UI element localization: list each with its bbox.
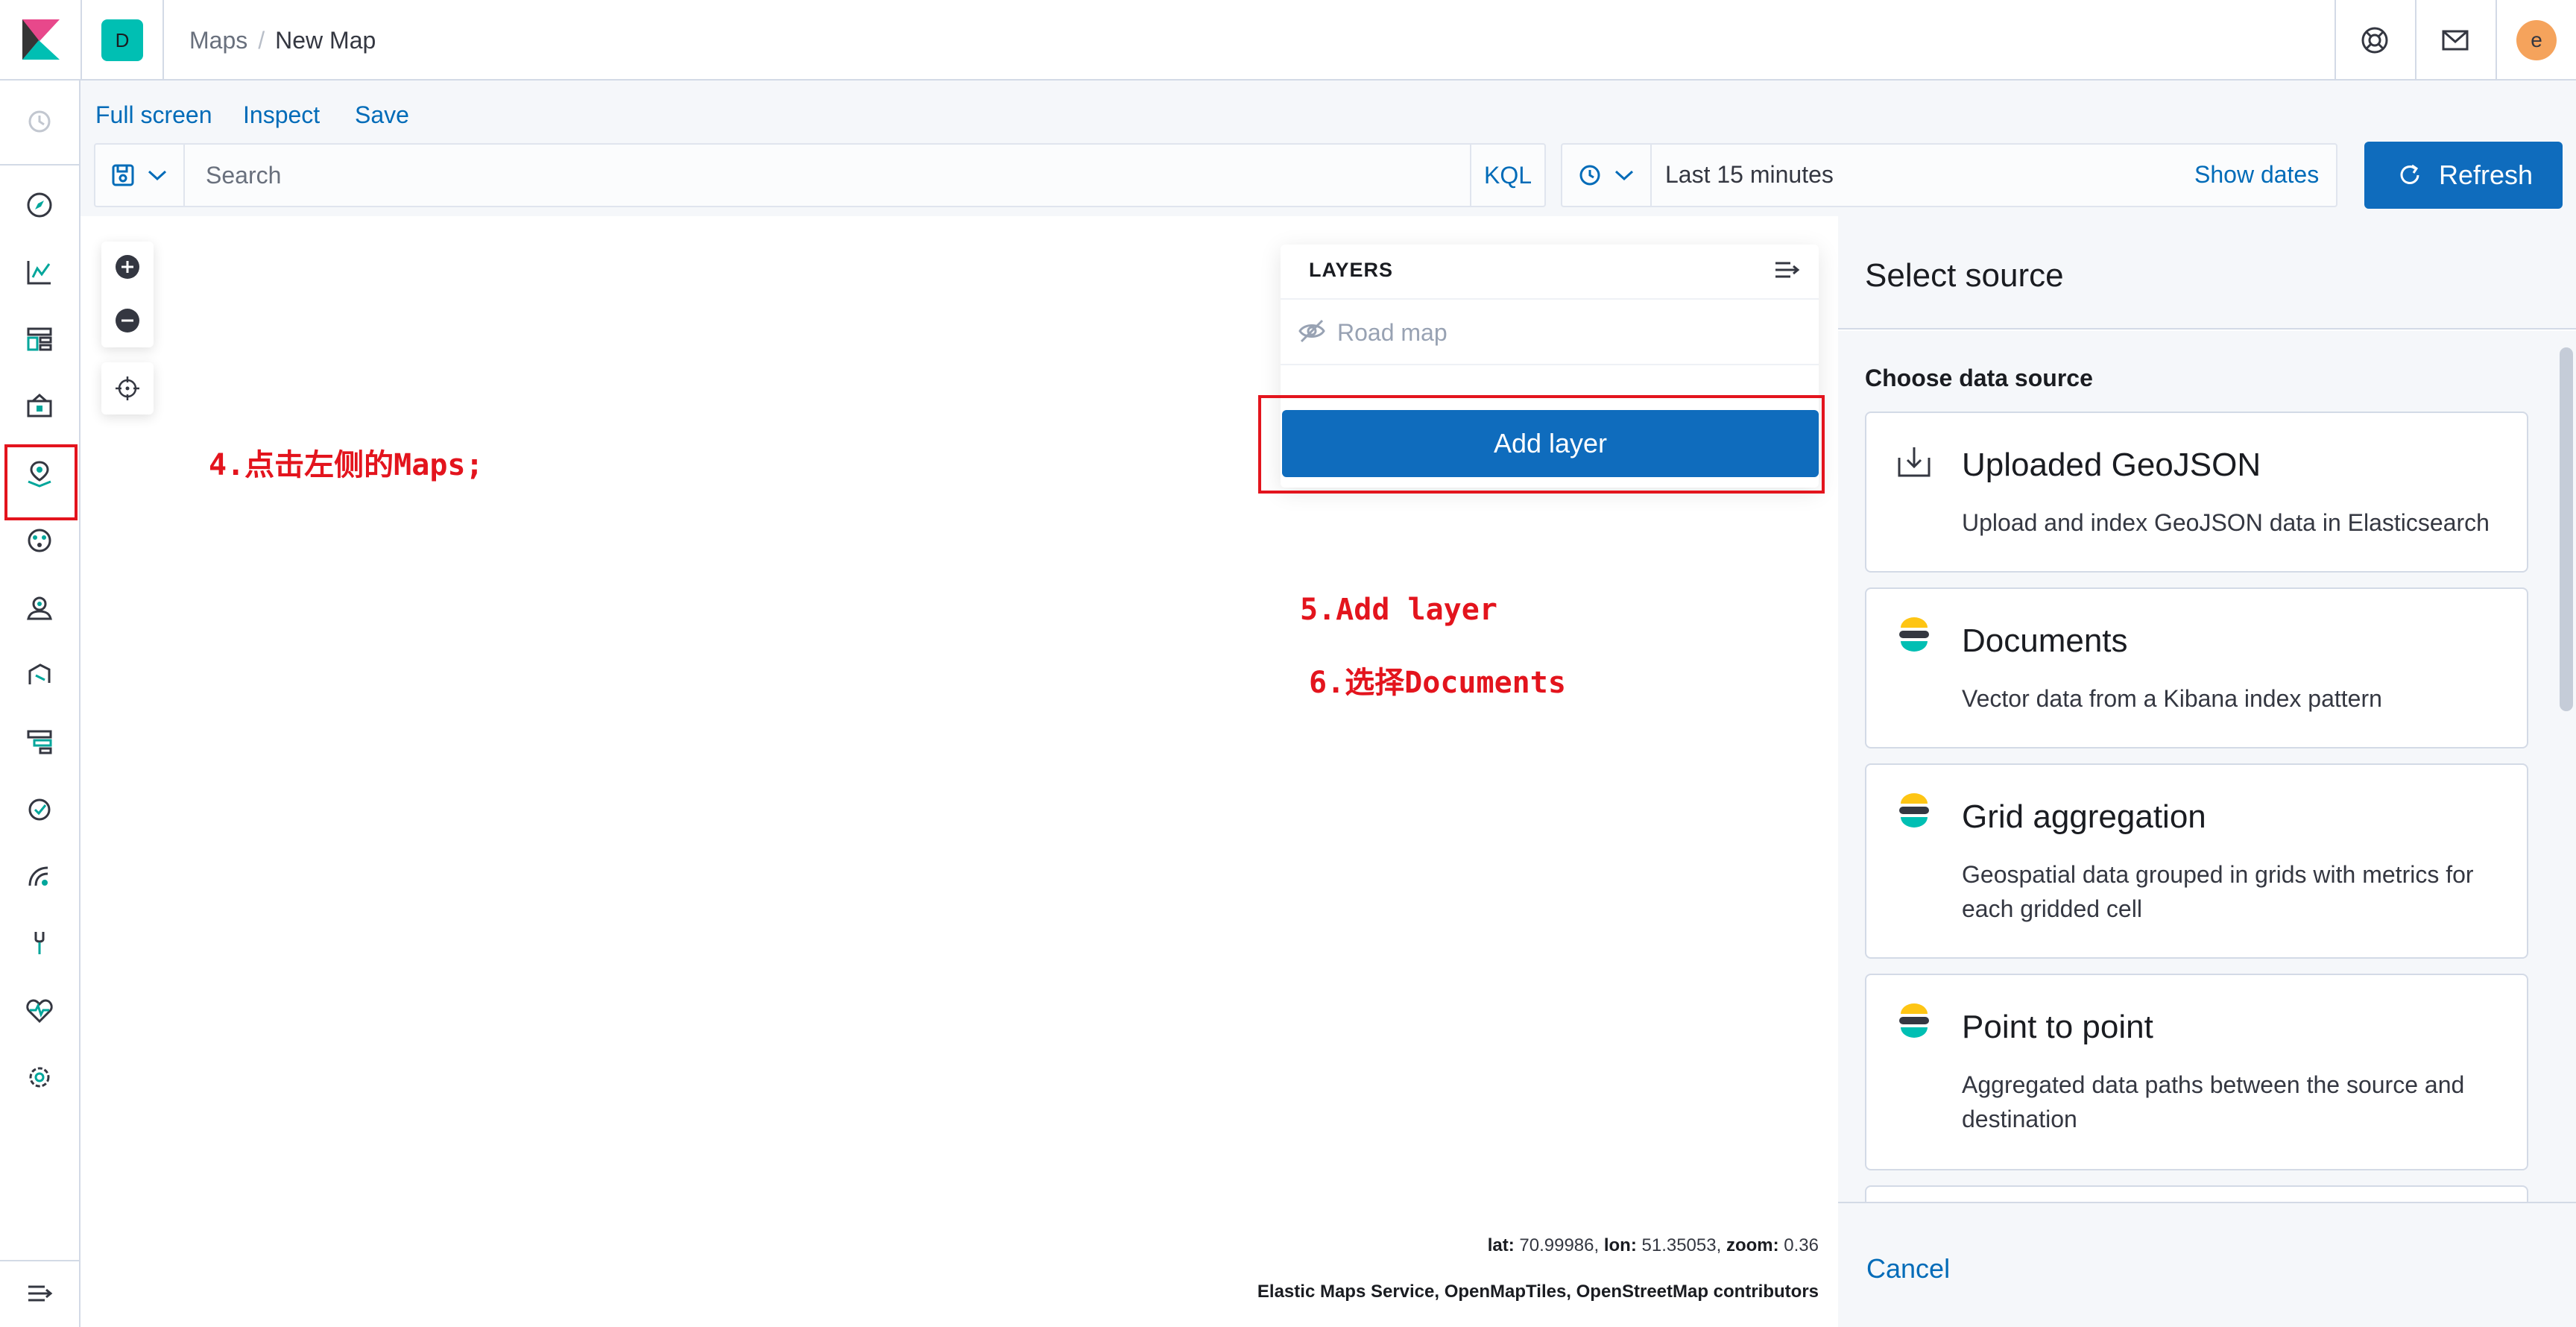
- newsfeed-icon[interactable]: [2439, 24, 2472, 57]
- quick-select-button[interactable]: [1561, 143, 1652, 207]
- top-header: [0, 0, 2576, 81]
- elastic-logo-icon: [1899, 617, 1929, 652]
- fit-to-data-control[interactable]: [101, 362, 154, 415]
- zoom-controls: [101, 242, 154, 347]
- source-title: Uploaded GeoJSON: [1962, 447, 2261, 483]
- discover-compass-icon[interactable]: [22, 188, 57, 222]
- chevron-down-icon: [1614, 170, 1634, 181]
- refresh-icon: [2400, 164, 2419, 184]
- source-description: Aggregated data paths between the source…: [1962, 1071, 2465, 1132]
- kql-button[interactable]: KQL: [1470, 145, 1544, 206]
- inspect-link[interactable]: Inspect: [243, 100, 320, 130]
- breadcrumb-separator: /: [258, 27, 265, 54]
- crosshair-icon: [116, 376, 139, 400]
- layers-title: LAYERS: [1309, 259, 1394, 281]
- flyout-scrollbar-thumb[interactable]: [2560, 347, 2573, 711]
- source-card-grid-aggregation[interactable]: Grid aggregation Geospatial data grouped…: [1865, 763, 2528, 959]
- uptime-icon[interactable]: [22, 792, 57, 826]
- nav-divider: [0, 1260, 79, 1261]
- annotation-step6: 6.选择Documents: [1309, 666, 1566, 700]
- visualize-icon[interactable]: [22, 255, 57, 289]
- full-screen-link[interactable]: Full screen: [95, 100, 212, 130]
- annotation-step4: 4.点击左侧的Maps;: [209, 448, 484, 482]
- map-attribution[interactable]: Elastic Maps Service, OpenMapTiles, Open…: [1044, 1281, 1819, 1303]
- infrastructure-icon[interactable]: [22, 590, 57, 625]
- zoom-in-icon[interactable]: [114, 253, 141, 280]
- zoom-value: 0.36: [1784, 1235, 1819, 1255]
- annotation-step5: 5.Add layer: [1300, 593, 1497, 627]
- breadcrumb-current: New Map: [275, 27, 376, 54]
- monitoring-icon[interactable]: [22, 993, 57, 1027]
- dev-tools-icon[interactable]: [22, 926, 57, 960]
- save-disk-icon: [112, 164, 134, 186]
- logs-icon[interactable]: [22, 658, 57, 692]
- mouse-coordinates: lat: 70.99986, lon: 51.35053, zoom: 0.36: [1118, 1235, 1819, 1257]
- dashboard-icon[interactable]: [22, 322, 57, 356]
- chevron-down-icon: [148, 170, 167, 181]
- help-icon[interactable]: [2358, 24, 2391, 57]
- refresh-label: Refresh: [2439, 160, 2534, 190]
- nav-divider: [0, 164, 79, 166]
- elastic-logo-icon: [1899, 793, 1929, 828]
- source-card-point-to-point[interactable]: Point to point Aggregated data paths bet…: [1865, 974, 2528, 1170]
- collapse-nav-icon[interactable]: [22, 1276, 57, 1311]
- source-card-uploaded-geojson[interactable]: Uploaded GeoJSON Upload and index GeoJSO…: [1865, 412, 2528, 573]
- source-title: Grid aggregation: [1962, 798, 2206, 835]
- lon-value: 51.35053,: [1641, 1235, 1722, 1255]
- ml-icon[interactable]: [22, 523, 57, 558]
- apm-icon[interactable]: [22, 725, 57, 759]
- breadcrumb: Maps / New Map: [189, 25, 376, 55]
- save-link[interactable]: Save: [355, 100, 409, 130]
- kibana-logo-icon[interactable]: [22, 19, 60, 60]
- annotation-box-maps: [4, 444, 78, 520]
- recent-clock-icon[interactable]: [22, 104, 57, 139]
- user-avatar[interactable]: e: [2516, 20, 2557, 60]
- siem-icon[interactable]: [22, 859, 57, 893]
- lat-value: 70.99986,: [1519, 1235, 1600, 1255]
- lon-label: lon:: [1603, 1235, 1637, 1255]
- flyout-title: Select source: [1865, 257, 2064, 294]
- clock-icon: [1579, 165, 1600, 186]
- cancel-button[interactable]: Cancel: [1866, 1252, 1950, 1285]
- choose-data-source-heading: Choose data source: [1865, 365, 2093, 391]
- management-gear-icon[interactable]: [22, 1060, 57, 1094]
- source-card-documents[interactable]: Documents Vector data from a Kibana inde…: [1865, 587, 2528, 748]
- breadcrumb-maps[interactable]: Maps: [189, 27, 247, 54]
- header-divider: [2496, 0, 2497, 79]
- source-title: Point to point: [1962, 1009, 2153, 1045]
- refresh-button[interactable]: Refresh: [2364, 142, 2563, 209]
- source-description: Vector data from a Kibana index pattern: [1962, 685, 2382, 712]
- collapse-panel-icon[interactable]: [1772, 255, 1802, 285]
- annotation-box-add-layer: [1258, 395, 1825, 494]
- eye-closed-icon[interactable]: [1297, 316, 1327, 346]
- import-icon: [1898, 447, 1931, 477]
- show-dates-button[interactable]: Show dates: [2194, 160, 2319, 189]
- header-divider: [162, 0, 164, 79]
- canvas-icon[interactable]: [22, 389, 57, 423]
- header-divider: [80, 0, 82, 79]
- source-description: Geospatial data grouped in grids with me…: [1962, 861, 2474, 922]
- elastic-logo-icon: [1899, 1003, 1929, 1038]
- layer-item-road-map[interactable]: Road map: [1337, 318, 1448, 347]
- zoom-out-icon[interactable]: [114, 307, 141, 334]
- time-range-display[interactable]: Last 15 minutes: [1665, 160, 1834, 189]
- search-input[interactable]: [188, 145, 1470, 206]
- source-description: Upload and index GeoJSON data in Elastic…: [1962, 509, 2490, 536]
- header-divider: [2415, 0, 2416, 79]
- panel-divider: [1281, 298, 1819, 300]
- space-avatar[interactable]: D: [101, 19, 143, 61]
- zoom-label: zoom:: [1726, 1235, 1779, 1255]
- source-title: Documents: [1962, 622, 2128, 659]
- saved-query-button[interactable]: [94, 143, 185, 207]
- header-divider: [2334, 0, 2336, 79]
- lat-label: lat:: [1487, 1235, 1515, 1255]
- source-card-partial[interactable]: [1865, 1185, 2528, 1202]
- panel-divider: [1281, 364, 1819, 365]
